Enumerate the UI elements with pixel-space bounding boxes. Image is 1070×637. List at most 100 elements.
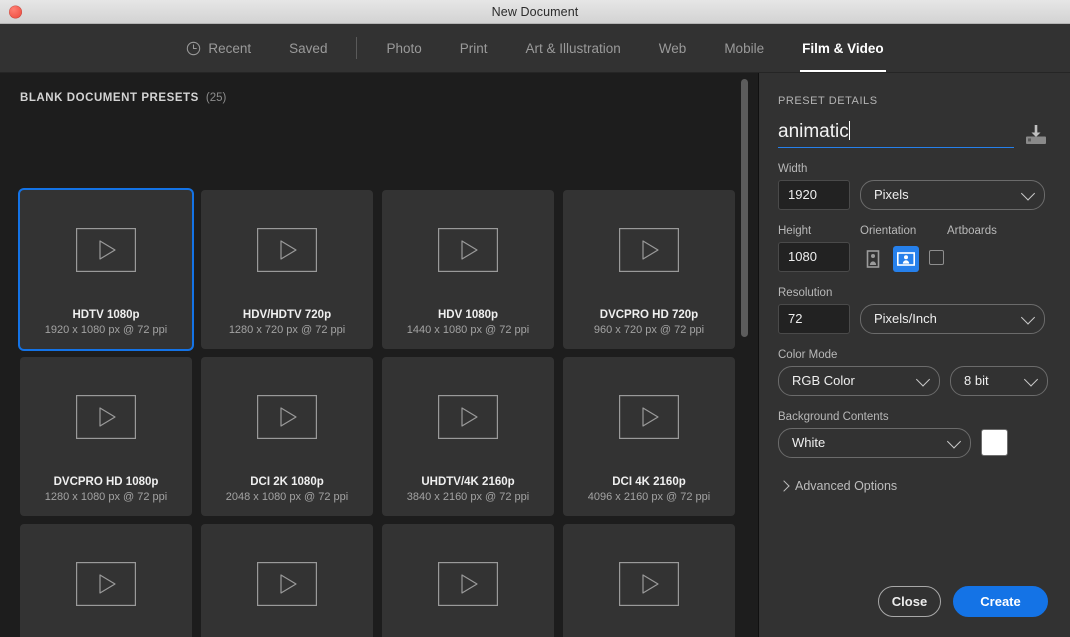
resolution-unit-value: Pixels/Inch (874, 311, 937, 327)
preset-card[interactable]: NTSC DV720 x 480 px @ 72 ppi (382, 524, 554, 637)
chevron-down-icon (915, 372, 931, 387)
preset-details-panel: PRESET DETAILS animatic Width 1920 Pixel… (759, 73, 1070, 637)
preset-name-input[interactable]: animatic (778, 121, 1014, 148)
presets-scrollbar-thumb[interactable] (741, 79, 748, 337)
dialog-actions: Close Create (878, 586, 1048, 617)
preset-thumbnail (382, 524, 554, 637)
create-button[interactable]: Create (953, 586, 1048, 617)
preset-thumbnail (563, 524, 735, 637)
artboards-label: Artboards (947, 224, 997, 237)
height-orientation-labels: Height Orientation Artboards (778, 210, 1048, 242)
preset-card[interactable]: DCI 8K 4320p8192 x 4320 px @ 72 ppi (201, 524, 373, 637)
tab-label: Saved (289, 40, 328, 56)
width-input[interactable]: 1920 (778, 179, 850, 210)
preset-name: HDTV 1080p (72, 308, 140, 321)
category-tabbar: Recent Saved Photo Print Art & Illustrat… (0, 24, 1070, 73)
height-input[interactable]: 1080 (778, 241, 850, 272)
chevron-right-icon (778, 480, 790, 492)
close-window-button[interactable] (9, 5, 22, 18)
tab-label: Photo (386, 40, 422, 56)
background-contents-select[interactable]: White (778, 427, 971, 458)
orientation-landscape-button[interactable] (893, 245, 919, 272)
chevron-down-icon (1023, 372, 1039, 387)
preset-card[interactable]: DCI 2K 1080p 2048 x 1080 px @ 72 ppi (201, 357, 373, 516)
orientation-group (860, 245, 919, 272)
tab-label: Art & Illustration (525, 40, 621, 56)
presets-count: (25) (205, 92, 227, 104)
tab-mobile[interactable]: Mobile (705, 24, 783, 72)
color-mode-select[interactable]: RGB Color (778, 365, 940, 396)
preset-card[interactable]: FUHDTV/8K 4320p7680 x 4320 px @ 72 ppi (20, 524, 192, 637)
video-preset-icon (257, 227, 317, 272)
tab-print[interactable]: Print (441, 24, 507, 72)
video-preset-icon (76, 394, 136, 439)
save-preset-icon[interactable] (1024, 124, 1048, 146)
video-preset-icon (438, 394, 498, 439)
preset-card[interactable]: HDV 1080p 1440 x 1080 px @ 72 ppi (382, 190, 554, 349)
background-contents-value: White (792, 435, 826, 451)
video-preset-icon (76, 227, 136, 272)
color-mode-label: Color Mode (778, 348, 838, 361)
preset-thumbnail (201, 524, 373, 637)
tab-recent[interactable]: Recent (167, 24, 270, 72)
dialog-body: BLANK DOCUMENT PRESETS (25) HDTV 1080p 19… (0, 73, 1070, 637)
width-unit-value: Pixels (874, 187, 909, 203)
preset-card[interactable]: DVCPRO HD 720p 960 x 720 px @ 72 ppi (563, 190, 735, 349)
background-color-swatch[interactable] (981, 428, 1008, 456)
width-row: 1920 Pixels (778, 179, 1048, 210)
preset-card[interactable]: NTSC DV Widescreen720 x 480 px @ 72 ppi (563, 524, 735, 637)
preset-thumbnail (382, 357, 554, 477)
advanced-options-label: Advanced Options (795, 478, 898, 493)
bit-depth-value: 8 bit (964, 373, 989, 389)
chevron-down-icon (1020, 186, 1036, 201)
preset-spec: 1920 x 1080 px @ 72 ppi (44, 324, 168, 336)
preset-card[interactable]: DVCPRO HD 1080p 1280 x 1080 px @ 72 ppi (20, 357, 192, 516)
preset-card[interactable]: UHDTV/4K 2160p 3840 x 2160 px @ 72 ppi (382, 357, 554, 516)
tab-web[interactable]: Web (640, 24, 706, 72)
artboards-checkbox[interactable] (929, 249, 944, 265)
orientation-portrait-button[interactable] (860, 246, 886, 272)
preset-name: DVCPRO HD 720p (599, 308, 699, 321)
text-caret (848, 121, 850, 140)
preset-name: HDV 1080p (437, 308, 499, 321)
video-preset-icon (438, 561, 498, 606)
tab-saved[interactable]: Saved (270, 24, 346, 72)
tab-label: Mobile (724, 40, 765, 56)
video-preset-icon (619, 561, 679, 606)
advanced-options-toggle[interactable]: Advanced Options (778, 479, 1048, 493)
preset-spec: 3840 x 2160 px @ 72 ppi (406, 491, 530, 503)
chevron-down-icon (946, 434, 962, 449)
presets-header: BLANK DOCUMENT PRESETS (25) (0, 73, 759, 104)
resolution-label: Resolution (778, 286, 833, 299)
preset-grid: HDTV 1080p 1920 x 1080 px @ 72 ppi HDV/HDT… (20, 190, 736, 637)
resolution-row: 72 Pixels/Inch (778, 303, 1048, 334)
width-unit-select[interactable]: Pixels (860, 179, 1045, 210)
resolution-input[interactable]: 72 (778, 303, 850, 334)
tab-photo[interactable]: Photo (367, 24, 440, 72)
preset-name-row: animatic (778, 121, 1048, 148)
preset-name: HDV/HDTV 720p (242, 308, 332, 321)
preset-name: UHDTV/4K 2160p (421, 475, 515, 488)
preset-thumbnail (563, 357, 735, 477)
tab-art-and-illustration[interactable]: Art & Illustration (507, 24, 640, 72)
tab-label: Print (459, 40, 488, 56)
preset-thumbnail (201, 190, 373, 310)
preset-spec: 960 x 720 px @ 72 ppi (593, 324, 705, 336)
color-mode-value: RGB Color (792, 373, 855, 389)
tab-label: Film & Video (802, 40, 884, 56)
preset-card[interactable]: HDTV 1080p 1920 x 1080 px @ 72 ppi (20, 190, 192, 349)
resolution-unit-select[interactable]: Pixels/Inch (860, 303, 1045, 334)
orientation-label: Orientation (860, 224, 917, 237)
height-label: Height (778, 224, 812, 237)
close-button[interactable]: Close (878, 586, 941, 617)
bit-depth-select[interactable]: 8 bit (950, 365, 1048, 396)
preset-name-value: animatic (778, 121, 849, 142)
preset-card[interactable]: HDV/HDTV 720p 1280 x 720 px @ 72 ppi (201, 190, 373, 349)
preset-name: DCI 4K 2160p (612, 475, 686, 488)
preset-thumbnail (20, 357, 192, 477)
presets-title: BLANK DOCUMENT PRESETS (20, 92, 199, 104)
preset-thumbnail (20, 190, 192, 310)
preset-thumbnail (201, 357, 373, 477)
tab-film-and-video[interactable]: Film & Video (783, 24, 903, 72)
preset-card[interactable]: DCI 4K 2160p 4096 x 2160 px @ 72 ppi (563, 357, 735, 516)
